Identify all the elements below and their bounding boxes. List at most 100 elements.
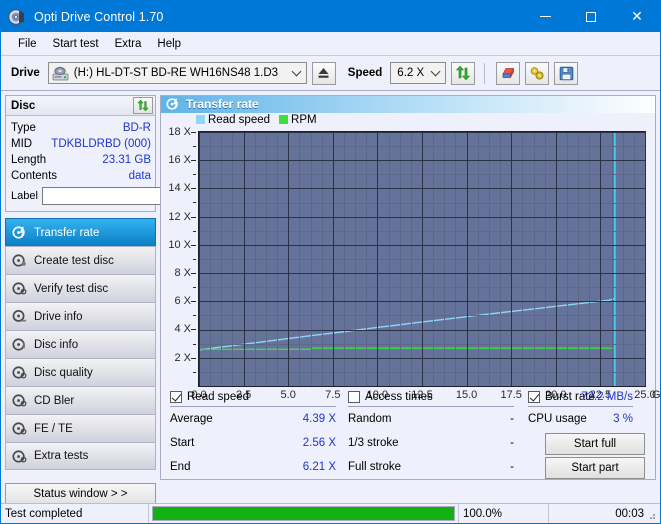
sidebar-item-transfer-rate[interactable]: Transfer rate <box>5 218 156 246</box>
chart-gridline-major <box>199 132 200 386</box>
chart-y-tick <box>191 273 196 274</box>
disc-mid-value: TDKBLDRBD (000) <box>51 138 151 150</box>
chart-gridline-major <box>377 132 378 386</box>
transfer-rate-chart: Read speed RPM 2 X4 X6 X8 X10 X12 X14 X1… <box>161 113 655 383</box>
tools-button[interactable] <box>525 62 549 85</box>
result-row-random: Random - <box>348 407 514 431</box>
status-window-button[interactable]: Status window > > <box>5 483 156 505</box>
start-part-button[interactable]: Start part <box>545 457 645 479</box>
disc-row: MID TDKBLDRBD (000) <box>11 136 151 152</box>
legend-swatch-read-speed <box>196 115 205 124</box>
access-times-label: Access times <box>365 391 433 403</box>
drive-label: Drive <box>11 67 40 79</box>
status-bar: Test completed 100.0% 00:03 <box>1 503 660 523</box>
disc-panel-body: Type BD-R MID TDKBLDRBD (000) Length 23.… <box>6 116 155 211</box>
sidebar-item-cd-bler[interactable]: CD Bler <box>5 386 156 414</box>
refresh-arrows-icon <box>455 65 471 81</box>
result-row-average: Average 4.39 X <box>170 407 336 431</box>
chart-y-tick-minor <box>193 315 196 316</box>
save-button[interactable] <box>554 62 578 85</box>
disc-panel: Disc Type BD-R MID TDKB <box>5 95 156 212</box>
disc-panel-title: Disc <box>11 100 35 112</box>
menu-help[interactable]: Help <box>149 35 189 53</box>
chart-y-tick-minor <box>193 287 196 288</box>
cpu-usage-label: CPU usage <box>528 413 587 425</box>
chart-gridline-major <box>199 301 645 302</box>
toolbar-separator <box>484 63 485 84</box>
chart-gridline-major <box>199 188 645 189</box>
menu-extra[interactable]: Extra <box>107 35 150 53</box>
disc-icon <box>12 449 27 464</box>
results-column-read-speed: Read speed Average 4.39 X Start 2.56 X E… <box>170 389 348 479</box>
minimize-button[interactable] <box>522 1 568 32</box>
maximize-button[interactable] <box>568 1 614 32</box>
average-label: Average <box>170 413 213 425</box>
access-times-checkbox[interactable] <box>348 391 360 403</box>
chart-y-tick <box>191 301 196 302</box>
main-body: Disc Type BD-R MID TDKB <box>1 91 660 480</box>
third-stroke-label: 1/3 stroke <box>348 437 399 449</box>
start-label: Start <box>170 437 194 449</box>
application-window: Opti Drive Control 1.70 ✕ File Start tes… <box>0 0 661 524</box>
sidebar-item-extra-tests[interactable]: Extra tests <box>5 442 156 470</box>
sidebar-item-label: Drive info <box>34 311 83 323</box>
disc-contents-value: data <box>129 170 151 182</box>
wrench-icon <box>529 66 546 81</box>
sidebar-item-fe-te[interactable]: FE / TE <box>5 414 156 442</box>
sidebar-item-label: Create test disc <box>34 255 114 267</box>
speed-select-value: 6.2 X <box>397 67 424 79</box>
progress-percent: 100.0% <box>459 504 549 524</box>
disc-icon <box>12 421 27 436</box>
sidebar-item-verify-test-disc[interactable]: Verify test disc <box>5 274 156 302</box>
read-speed-checkbox[interactable] <box>170 391 182 403</box>
burst-rate-header: Burst rate 72.2 MB/s <box>528 389 633 407</box>
menu-file[interactable]: File <box>10 35 45 53</box>
chart-y-tick-label: 4 X <box>174 323 191 335</box>
burst-rate-value: 72.2 MB/s <box>581 391 633 403</box>
eject-button[interactable] <box>312 62 336 85</box>
progress-bar <box>149 504 459 524</box>
read-speed-label: Read speed <box>187 391 249 403</box>
sidebar-item-disc-quality[interactable]: Disc quality <box>5 358 156 386</box>
chart-plot-area <box>198 131 646 387</box>
access-times-header: Access times <box>348 389 514 407</box>
sidebar-item-disc-info[interactable]: Disc info <box>5 330 156 358</box>
erase-button[interactable] <box>496 62 520 85</box>
chart-y-tick-label: 10 X <box>168 239 191 251</box>
chart-gridline-major <box>511 132 512 386</box>
chart-gridline-major <box>600 132 601 386</box>
disc-refresh-button[interactable] <box>133 97 153 114</box>
disc-icon <box>8 8 26 26</box>
menu-start-test[interactable]: Start test <box>45 35 107 53</box>
disc-length-value: 23.31 GB <box>102 154 151 166</box>
disc-contents-label: Contents <box>11 170 57 182</box>
sidebar-item-drive-info[interactable]: Drive info <box>5 302 156 330</box>
result-row-third-stroke: 1/3 stroke - <box>348 431 514 455</box>
drive-select[interactable]: (H:) HL-DT-ST BD-RE WH16NS48 1.D3 <box>48 62 307 84</box>
chart-gridline-major <box>199 132 645 133</box>
chart-y-tick-minor <box>193 174 196 175</box>
refresh-arrows-icon <box>136 99 150 112</box>
disc-mid-label: MID <box>11 138 32 150</box>
chart-y-tick-minor <box>193 202 196 203</box>
resize-grip-icon[interactable] <box>645 509 657 521</box>
sidebar-item-create-test-disc[interactable]: Create test disc <box>5 246 156 274</box>
chart-legend: Read speed RPM <box>196 114 323 126</box>
title-bar: Opti Drive Control 1.70 ✕ <box>1 1 660 32</box>
status-message: Test completed <box>1 504 149 524</box>
start-full-button[interactable]: Start full <box>545 433 645 455</box>
refresh-button[interactable] <box>451 62 475 85</box>
sidebar-item-label: Verify test disc <box>34 283 108 295</box>
close-button[interactable]: ✕ <box>614 1 660 32</box>
legend-label-rpm: RPM <box>291 114 317 126</box>
disc-row: Type BD-R <box>11 120 151 136</box>
chart-y-tick-minor <box>193 344 196 345</box>
burst-rate-checkbox[interactable] <box>528 391 540 403</box>
speed-select[interactable]: 6.2 X <box>390 62 446 84</box>
disc-type-label: Type <box>11 122 36 134</box>
disc-type-value: BD-R <box>123 122 151 134</box>
disc-icon <box>12 309 27 324</box>
disc-row: Length 23.31 GB <box>11 152 151 168</box>
chart-y-tick <box>191 217 196 218</box>
disc-label-label: Label <box>11 190 38 202</box>
